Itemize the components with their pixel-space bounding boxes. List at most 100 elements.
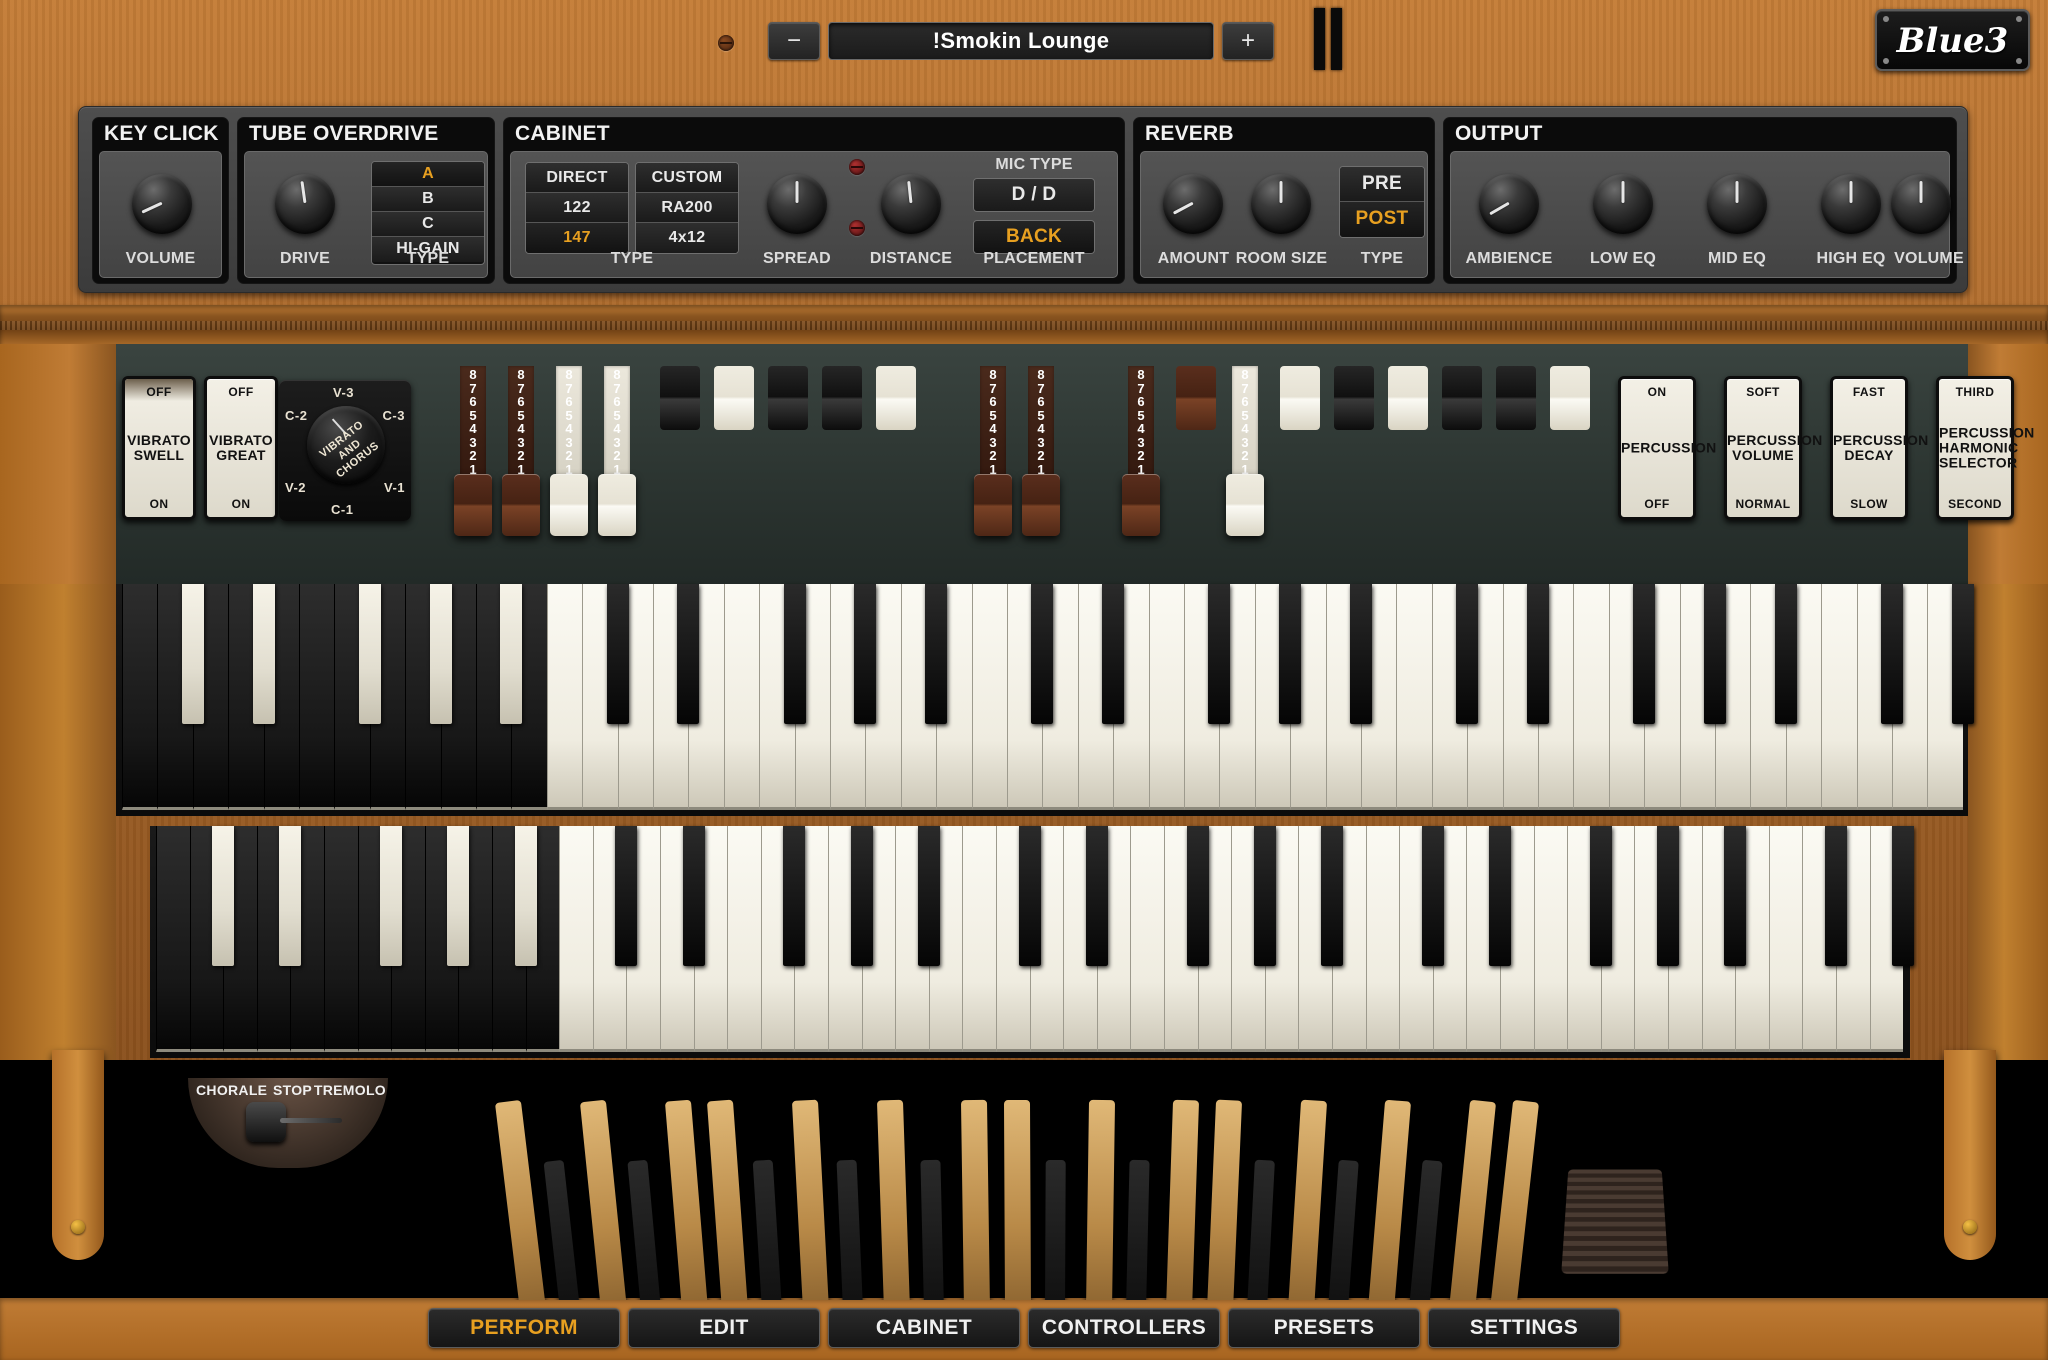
- drawbar-cap[interactable]: [1122, 474, 1160, 536]
- black-key[interactable]: [1704, 584, 1726, 724]
- pedal-key-black[interactable]: [1247, 1160, 1275, 1300]
- drawbar-cap[interactable]: [1022, 474, 1060, 536]
- white-key[interactable]: [972, 584, 1007, 810]
- black-key[interactable]: [1208, 584, 1230, 724]
- black-key[interactable]: [1590, 826, 1612, 966]
- output-volume-knob[interactable]: [1891, 174, 1951, 234]
- white-key[interactable]: [1769, 826, 1803, 1052]
- pedal-key-white[interactable]: [1288, 1100, 1327, 1300]
- tube-type-c-button[interactable]: C: [372, 212, 484, 237]
- pedal-key-black[interactable]: [753, 1160, 782, 1300]
- black-key[interactable]: [1825, 826, 1847, 966]
- percussion-volume-tablet[interactable]: SOFT PERCUSSIONVOLUME NORMAL: [1724, 376, 1802, 520]
- pedal-key-white[interactable]: [1490, 1100, 1539, 1300]
- white-key[interactable]: [727, 826, 761, 1052]
- preset-key-brown[interactable]: [1176, 366, 1216, 430]
- black-key[interactable]: [380, 826, 402, 966]
- white-key[interactable]: [1396, 584, 1431, 810]
- cabinet-mic-type-button[interactable]: D / D: [973, 178, 1095, 212]
- black-key[interactable]: [1187, 826, 1209, 966]
- white-key[interactable]: [299, 584, 334, 810]
- tube-overdrive-drive-knob[interactable]: [275, 174, 335, 234]
- pedal-key-black[interactable]: [1328, 1160, 1359, 1300]
- cabinet-type-selector-right[interactable]: CUSTOM RA200 4x12: [635, 162, 739, 254]
- vibrato-chorus-knob[interactable]: VIBRATO AND CHORUS: [307, 406, 385, 484]
- key-click-volume-knob[interactable]: [132, 174, 192, 234]
- tab-settings[interactable]: SETTINGS: [1428, 1308, 1620, 1348]
- white-key[interactable]: [1149, 584, 1184, 810]
- reverb-type-post-button[interactable]: POST: [1340, 202, 1424, 237]
- tab-perform[interactable]: PERFORM: [428, 1308, 620, 1348]
- expression-pedal[interactable]: [1561, 1169, 1669, 1273]
- white-key[interactable]: [1573, 584, 1608, 810]
- white-key[interactable]: [324, 826, 358, 1052]
- black-key[interactable]: [1279, 584, 1301, 724]
- white-key[interactable]: [724, 584, 759, 810]
- vibrato-chorus-selector[interactable]: VIBRATO AND CHORUS V-3 C-3 V-1 C-1 V-2 C…: [279, 380, 411, 521]
- preset-key-7[interactable]: [1334, 366, 1374, 430]
- pedal-key-white[interactable]: [495, 1100, 546, 1300]
- drawbar-cap[interactable]: [598, 474, 636, 536]
- preset-key-5[interactable]: [876, 366, 916, 430]
- preset-key-10[interactable]: [1496, 366, 1536, 430]
- black-key[interactable]: [1881, 584, 1903, 724]
- black-key[interactable]: [1657, 826, 1679, 966]
- black-key[interactable]: [1952, 584, 1974, 724]
- pedal-key-white[interactable]: [1368, 1100, 1411, 1300]
- black-key[interactable]: [1489, 826, 1511, 966]
- drawbar-cap[interactable]: [1226, 474, 1264, 536]
- pedal-key-white[interactable]: [707, 1100, 748, 1300]
- black-key[interactable]: [925, 584, 947, 724]
- black-key[interactable]: [253, 584, 275, 724]
- pedal-key-white[interactable]: [1166, 1100, 1199, 1300]
- percussion-decay-tablet[interactable]: FAST PERCUSSIONDECAY SLOW: [1830, 376, 1908, 520]
- tube-type-b-button[interactable]: B: [372, 187, 484, 212]
- reverb-type-pre-button[interactable]: PRE: [1340, 167, 1424, 202]
- black-key[interactable]: [1775, 584, 1797, 724]
- preset-key-4[interactable]: [822, 366, 862, 430]
- tab-cabinet[interactable]: CABINET: [828, 1308, 1020, 1348]
- black-key[interactable]: [500, 584, 522, 724]
- cabinet-type-4x12-button[interactable]: 4x12: [636, 223, 738, 253]
- cabinet-type-custom-button[interactable]: CUSTOM: [636, 163, 738, 193]
- black-key[interactable]: [279, 826, 301, 966]
- preset-key-9[interactable]: [1442, 366, 1482, 430]
- black-key[interactable]: [430, 584, 452, 724]
- black-key[interactable]: [783, 826, 805, 966]
- black-key[interactable]: [784, 584, 806, 724]
- black-key[interactable]: [1254, 826, 1276, 966]
- pedal-key-white[interactable]: [1207, 1100, 1242, 1300]
- black-key[interactable]: [683, 826, 705, 966]
- cabinet-distance-knob[interactable]: [881, 174, 941, 234]
- preset-name-display[interactable]: !Smokin Lounge: [828, 22, 1214, 60]
- black-key[interactable]: [918, 826, 940, 966]
- black-key[interactable]: [1422, 826, 1444, 966]
- white-key[interactable]: [547, 584, 582, 810]
- pedal-key-black[interactable]: [1045, 1160, 1066, 1300]
- pedal-key-white[interactable]: [877, 1100, 910, 1300]
- output-low-eq-knob[interactable]: [1593, 174, 1653, 234]
- preset-key-3[interactable]: [768, 366, 808, 430]
- white-key[interactable]: [559, 826, 593, 1052]
- black-key[interactable]: [615, 826, 637, 966]
- white-key[interactable]: [1366, 826, 1400, 1052]
- percussion-harmonic-selector-tablet[interactable]: THIRD PERCUSSIONHARMONICSELECTOR SECOND: [1936, 376, 2014, 520]
- white-key[interactable]: [962, 826, 996, 1052]
- white-key[interactable]: [122, 584, 157, 810]
- tab-edit[interactable]: EDIT: [628, 1308, 820, 1348]
- pedal-key-white[interactable]: [961, 1100, 990, 1300]
- upper-manual-keyboard[interactable]: [116, 584, 1968, 816]
- black-key[interactable]: [1350, 584, 1372, 724]
- preset-key-6[interactable]: [1280, 366, 1320, 430]
- black-key[interactable]: [1102, 584, 1124, 724]
- cabinet-type-122-button[interactable]: 122: [526, 193, 628, 223]
- tab-controllers[interactable]: CONTROLLERS: [1028, 1308, 1220, 1348]
- reverb-room-size-knob[interactable]: [1251, 174, 1311, 234]
- lower-manual-keyboard[interactable]: [150, 826, 1910, 1058]
- cabinet-type-selector-left[interactable]: DIRECT 122 147: [525, 162, 629, 254]
- black-key[interactable]: [447, 826, 469, 966]
- drawbar-cap[interactable]: [974, 474, 1012, 536]
- cabinet-type-ra200-button[interactable]: RA200: [636, 193, 738, 223]
- reverb-amount-knob[interactable]: [1163, 174, 1223, 234]
- drawbar-cap[interactable]: [550, 474, 588, 536]
